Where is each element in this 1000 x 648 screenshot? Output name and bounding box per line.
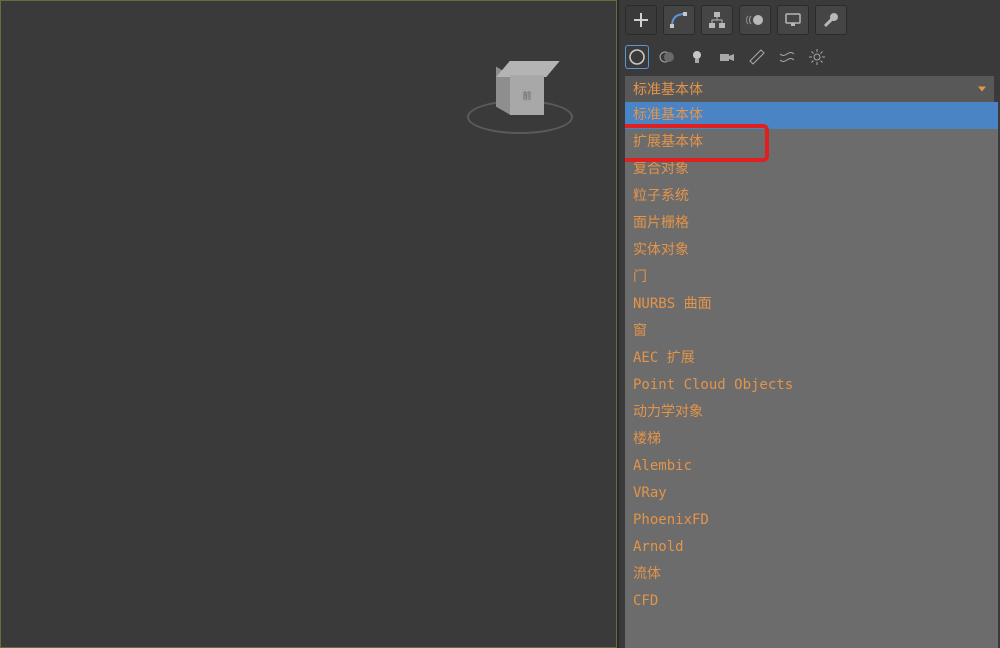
gear-icon bbox=[808, 48, 826, 66]
dropdown-item[interactable]: 流体 bbox=[625, 561, 998, 588]
dropdown-item[interactable]: 复合对象 bbox=[625, 156, 998, 183]
dropdown-item[interactable]: VRay bbox=[625, 480, 998, 507]
shapes-icon bbox=[658, 48, 676, 66]
spacewarps-subtab[interactable] bbox=[775, 45, 799, 69]
helpers-subtab[interactable] bbox=[745, 45, 769, 69]
create-tab[interactable] bbox=[625, 5, 657, 35]
dropdown-item[interactable]: 粒子系统 bbox=[625, 183, 998, 210]
geometry-type-list[interactable]: 标准基本体扩展基本体复合对象粒子系统面片栅格实体对象门NURBS 曲面窗AEC … bbox=[625, 102, 998, 648]
motion-icon bbox=[745, 10, 765, 30]
dropdown-item[interactable]: 楼梯 bbox=[625, 426, 998, 453]
motion-tab[interactable] bbox=[739, 5, 771, 35]
plus-icon bbox=[631, 10, 651, 30]
dropdown-item[interactable]: 面片栅格 bbox=[625, 210, 998, 237]
cameras-subtab[interactable] bbox=[715, 45, 739, 69]
geometry-type-dropdown[interactable]: 标准基本体 bbox=[625, 76, 994, 102]
dropdown-item[interactable]: 动力学对象 bbox=[625, 399, 998, 426]
dropdown-item[interactable]: 扩展基本体 bbox=[625, 129, 998, 156]
viewcube[interactable]: 前 bbox=[496, 61, 546, 115]
wave-icon bbox=[778, 48, 796, 66]
hierarchy-tab[interactable] bbox=[701, 5, 733, 35]
dropdown-item[interactable]: Point Cloud Objects bbox=[625, 372, 998, 399]
dropdown-item[interactable]: 标准基本体 bbox=[625, 102, 998, 129]
geometry-subtab[interactable] bbox=[625, 45, 649, 69]
viewcube-gizmo[interactable]: 前 bbox=[472, 56, 568, 146]
sphere-icon bbox=[628, 48, 646, 66]
hierarchy-icon bbox=[707, 10, 727, 30]
arc-icon bbox=[669, 10, 689, 30]
camera-icon bbox=[718, 48, 736, 66]
dropdown-item[interactable]: NURBS 曲面 bbox=[625, 291, 998, 318]
viewport[interactable]: 前 bbox=[0, 0, 617, 648]
shapes-subtab[interactable] bbox=[655, 45, 679, 69]
bulb-icon bbox=[688, 48, 706, 66]
wrench-icon bbox=[821, 10, 841, 30]
systems-subtab[interactable] bbox=[805, 45, 829, 69]
dropdown-item[interactable]: PhoenixFD bbox=[625, 507, 998, 534]
dropdown-item[interactable]: AEC 扩展 bbox=[625, 345, 998, 372]
create-category-tabs bbox=[619, 40, 1000, 74]
command-panel-tabs bbox=[619, 0, 1000, 40]
display-tab[interactable] bbox=[777, 5, 809, 35]
dropdown-item[interactable]: Arnold bbox=[625, 534, 998, 561]
dropdown-item[interactable]: CFD bbox=[625, 588, 998, 615]
modify-tab[interactable] bbox=[663, 5, 695, 35]
utilities-tab[interactable] bbox=[815, 5, 847, 35]
display-icon bbox=[783, 10, 803, 30]
lights-subtab[interactable] bbox=[685, 45, 709, 69]
dropdown-item[interactable]: 窗 bbox=[625, 318, 998, 345]
ruler-icon bbox=[748, 48, 766, 66]
dropdown-item[interactable]: Alembic bbox=[625, 453, 998, 480]
chevron-down-icon bbox=[978, 87, 986, 92]
dropdown-item[interactable]: 门 bbox=[625, 264, 998, 291]
dropdown-item[interactable]: 实体对象 bbox=[625, 237, 998, 264]
dropdown-current-label: 标准基本体 bbox=[633, 79, 703, 99]
command-panel: 标准基本体 标准基本体扩展基本体复合对象粒子系统面片栅格实体对象门NURBS 曲… bbox=[617, 0, 1000, 648]
viewcube-front-face[interactable]: 前 bbox=[510, 75, 544, 115]
